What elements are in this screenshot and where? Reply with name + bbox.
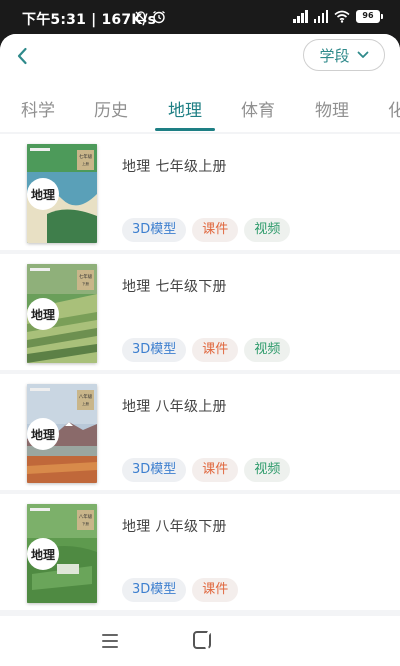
tab-history[interactable]: 历史 [94, 96, 128, 121]
watermark-brand: 西西软件园 [248, 629, 343, 652]
tab-chemistry[interactable]: 化 [388, 96, 400, 121]
courseware-tag[interactable]: 课件 [192, 338, 239, 362]
cover-grade: 七年级 [79, 153, 93, 160]
subject-tabs: 科学 历史 地理 体育 物理 化 [0, 78, 400, 132]
3d-model-tag[interactable]: 3D模型 [122, 458, 187, 482]
cover-grade: 七年级 [79, 273, 93, 280]
watermark-url: CR173.COM [264, 655, 318, 665]
book-cover[interactable]: 八年级 下册 地理 [27, 504, 97, 603]
resource-tags: 3D模型 课件 视频 [122, 458, 291, 482]
cover-grade: 八年级 [79, 513, 93, 520]
signal-icon [293, 10, 308, 23]
resource-tags: 3D模型 课件 视频 [122, 218, 291, 242]
signal-icon [313, 10, 328, 23]
book-card[interactable]: 七年级 上册 地理 地理 七年级上册 3D模型 课件 视频 [0, 134, 400, 250]
tab-geography[interactable]: 地理 [168, 96, 202, 121]
tab-science[interactable]: 科学 [21, 96, 55, 121]
book-cover[interactable]: 七年级 上册 地理 [27, 144, 97, 243]
watermark-logo: 西西软件园 CR173.COM [204, 623, 343, 665]
3d-model-tag[interactable]: 3D模型 [122, 578, 187, 602]
courseware-tag[interactable]: 课件 [192, 578, 239, 602]
cover-volume: 上册 [82, 161, 89, 166]
tab-pe[interactable]: 体育 [241, 96, 275, 121]
alarm-icon [153, 10, 165, 24]
video-tag[interactable]: 视频 [244, 338, 291, 362]
book-title[interactable]: 地理 八年级下册 [122, 516, 227, 536]
stage-select-label: 学段 [319, 46, 350, 65]
book-title[interactable]: 地理 八年级上册 [122, 396, 227, 416]
top-bar: 学段 [0, 34, 400, 78]
3d-model-tag[interactable]: 3D模型 [122, 218, 187, 242]
courseware-tag[interactable]: 课件 [192, 458, 239, 482]
cover-volume: 上册 [82, 401, 89, 406]
tab-physics[interactable]: 物理 [315, 96, 349, 121]
battery-icon: 96 [356, 10, 383, 23]
chevron-down-icon [357, 51, 368, 58]
cover-volume: 下册 [82, 282, 89, 286]
cover-grade: 八年级 [79, 393, 93, 400]
book-card[interactable]: 八年级 上册 地理 地理 八年级上册 3D模型 课件 视频 [0, 374, 400, 490]
cover-subject: 地理 [31, 187, 55, 202]
video-tag[interactable]: 视频 [244, 218, 291, 242]
menu-icon[interactable] [102, 634, 118, 648]
resource-tags: 3D模型 课件 视频 [122, 338, 291, 362]
3d-model-tag[interactable]: 3D模型 [122, 338, 187, 362]
cover-subject: 地理 [31, 547, 55, 562]
cover-subject: 地理 [31, 307, 55, 322]
cover-volume: 下册 [82, 522, 89, 526]
book-title[interactable]: 地理 七年级上册 [122, 156, 227, 176]
mute-icon [135, 11, 147, 23]
courseware-tag[interactable]: 课件 [192, 218, 239, 242]
status-icons: 96 [293, 10, 383, 23]
resource-tags: 3D模型 课件 [122, 578, 239, 602]
stage-select-button[interactable]: 学段 [303, 39, 385, 71]
book-card[interactable]: 七年级 下册 地理 地理 七年级下册 3D模型 课件 视频 [0, 254, 400, 370]
active-tab-indicator [155, 128, 215, 131]
book-card[interactable]: 八年级 下册 地理 地理 八年级下册 3D模型 课件 [0, 494, 400, 610]
book-cover[interactable]: 七年级 下册 地理 [27, 264, 97, 363]
video-tag[interactable]: 视频 [244, 458, 291, 482]
book-title[interactable]: 地理 七年级下册 [122, 276, 227, 296]
status-bar: 下午5:31 | 167K/s 96 [0, 0, 400, 34]
wifi-icon [334, 10, 350, 23]
back-button[interactable] [10, 42, 34, 70]
app-screen: 学段 科学 历史 地理 体育 物理 化 七年级 上册 地理 地理 七年级上册 3… [0, 34, 400, 666]
book-cover[interactable]: 八年级 上册 地理 [27, 384, 97, 483]
cover-subject: 地理 [31, 427, 55, 442]
chevron-left-icon [17, 47, 27, 65]
